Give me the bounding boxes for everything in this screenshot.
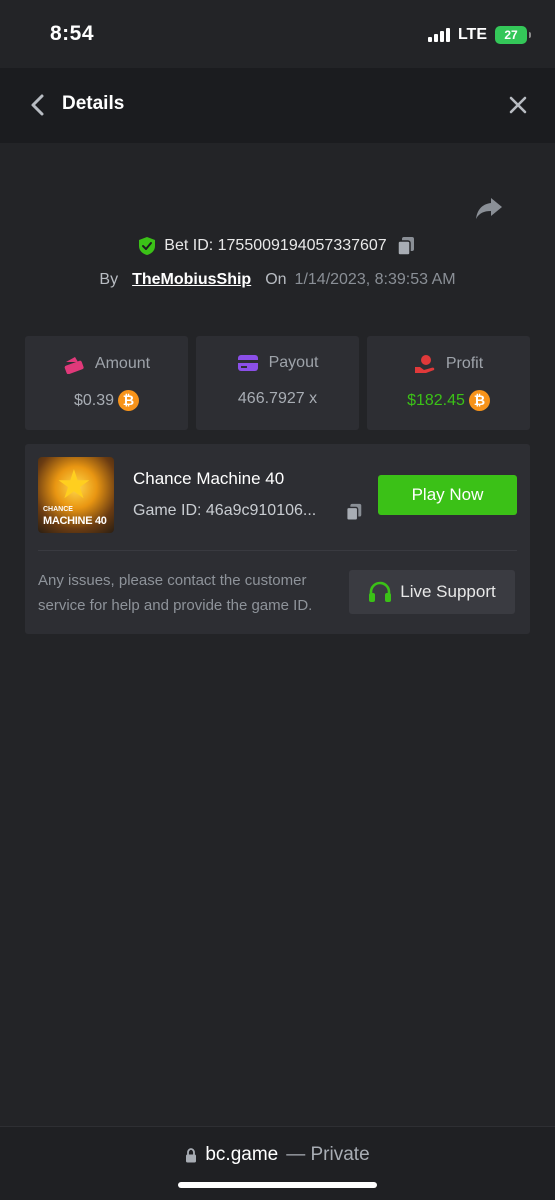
stat-value: $182.45 <box>407 391 465 409</box>
help-text: Any issues, please contact the customer … <box>38 572 313 614</box>
bet-id-row: Bet ID: 1755009194057337607 <box>0 232 555 260</box>
bet-author-row: By TheMobiusShip On 1/14/2023, 8:39:53 A… <box>0 266 555 294</box>
stat-amount: Amount $0.39 ₿ <box>25 336 188 430</box>
details-header: Details <box>0 68 555 143</box>
shield-check-icon <box>139 237 156 255</box>
battery-level: 27 <box>504 28 518 42</box>
browsing-mode: — Private <box>286 1144 370 1165</box>
live-support-button[interactable]: Live Support <box>349 570 515 614</box>
status-indicators: LTE 27 <box>427 25 531 45</box>
chevron-left-icon[interactable] <box>28 93 48 117</box>
signal-icon <box>427 28 450 42</box>
bet-timestamp: 1/14/2023, 8:39:53 AM <box>294 271 456 288</box>
stat-value: $0.39 <box>73 391 115 409</box>
page-title: Details <box>62 93 125 114</box>
profit-icon <box>414 355 435 373</box>
url-bar[interactable]: bc.game — Private <box>0 1144 555 1166</box>
status-bar: 8:54 LTE 27 <box>0 0 555 68</box>
status-time: 8:54 <box>50 22 95 45</box>
close-icon[interactable] <box>507 94 529 116</box>
home-indicator[interactable] <box>178 1182 377 1188</box>
stat-value: 466.7927 x <box>237 390 318 407</box>
live-support-label: Live Support <box>400 582 496 601</box>
thumb-title-line1: CHANCE <box>43 506 73 513</box>
game-id: Game ID: 46a9c910106... <box>133 502 317 519</box>
game-title: Chance Machine 40 <box>133 469 285 488</box>
share-icon[interactable] <box>474 195 504 221</box>
url-domain: bc.game <box>205 1144 279 1165</box>
copy-icon[interactable] <box>395 235 417 257</box>
stat-label: Payout <box>268 354 319 371</box>
bitcoin-icon: ₿ <box>468 390 490 411</box>
divider <box>38 550 517 551</box>
thumb-title-line2: MACHINE 40 <box>43 515 107 527</box>
browser-bar: bc.game — Private <box>0 1126 555 1200</box>
network-label: LTE <box>457 26 487 43</box>
lock-icon <box>186 1147 197 1162</box>
stat-label: Amount <box>94 355 151 372</box>
stat-label: Profit <box>445 355 484 372</box>
by-label: By <box>99 271 119 288</box>
bitcoin-icon: ₿ <box>118 390 140 411</box>
bet-id: Bet ID: 1755009194057337607 <box>164 237 387 254</box>
username-link[interactable]: TheMobiusShip <box>132 271 251 289</box>
stat-profit: Profit $182.45 ₿ <box>367 336 530 430</box>
bet-stats: Amount $0.39 ₿ Payout 466.7927 x Profit <box>25 336 530 430</box>
headset-icon <box>369 581 392 602</box>
on-label: On <box>265 271 287 288</box>
battery-icon: 27 <box>495 26 531 44</box>
stat-payout: Payout 466.7927 x <box>196 336 359 430</box>
amount-icon <box>64 357 84 374</box>
game-card: ★ CHANCE MACHINE 40 Chance Machine 40 Ga… <box>25 444 530 634</box>
copy-icon[interactable] <box>344 502 364 522</box>
game-thumbnail[interactable]: ★ CHANCE MACHINE 40 <box>38 457 114 533</box>
star-icon: ★ <box>56 463 92 507</box>
card-icon <box>237 355 258 371</box>
play-now-button[interactable]: Play Now <box>378 475 517 515</box>
